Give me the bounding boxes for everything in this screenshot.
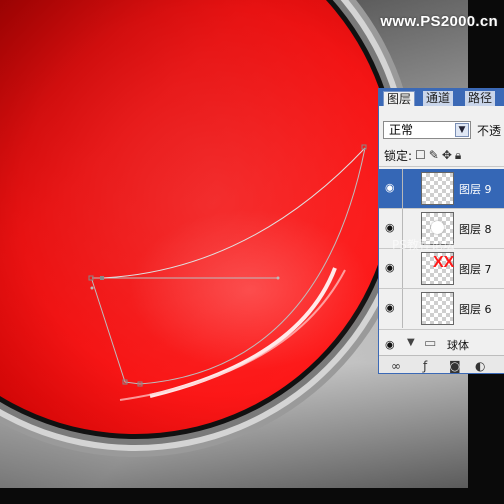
layer-row[interactable]: ◉ 图层 6 (379, 289, 504, 328)
divider (379, 166, 504, 167)
opacity-label: 不透 (477, 124, 502, 138)
visibility-eye-icon[interactable]: ◉ (385, 261, 395, 274)
visibility-eye-icon[interactable]: ◉ (385, 301, 395, 314)
blend-mode-select[interactable]: 正常 ▼ (383, 121, 471, 139)
tab-layers[interactable]: 图层 (383, 91, 416, 106)
blend-mode-value: 正常 (389, 123, 414, 137)
divider (402, 169, 403, 208)
divider (402, 289, 403, 328)
mask-icon[interactable]: ◙ (449, 359, 461, 373)
red-mark-text: XX (433, 254, 455, 271)
panel-bottom-toolbar: ∞ ƒ ◙ ◐ (379, 355, 504, 373)
chevron-down-icon[interactable]: ▼ (455, 123, 469, 137)
layers-panel: 图层 通道 路径 正常 ▼ 不透 锁定: ☐✎✥🔒︎ ◉ 图层 9 ◉ 图层 8… (378, 88, 504, 374)
layer-name: 图层 8 (459, 223, 492, 236)
triangle-collapse-icon[interactable]: ▼ (407, 337, 415, 348)
faint-watermark-text: PS教程论坛 (392, 238, 455, 252)
lock-transparency-icon[interactable]: ☐ (415, 148, 429, 162)
lock-icons: ☐✎✥🔒︎ (415, 148, 464, 163)
divider (402, 249, 403, 288)
layer-row[interactable]: ◉ 图层 9 (379, 169, 504, 208)
folder-icon: ▭ (424, 336, 437, 351)
layer-thumbnail (421, 172, 454, 205)
lock-label: 锁定: (384, 149, 413, 163)
layer-group-row[interactable]: ◉ ▼ ▭ 球体 (379, 335, 504, 355)
tab-paths[interactable]: 路径 (465, 91, 496, 106)
panel-tab-bar: 图层 通道 路径 (379, 89, 504, 106)
site-watermark: www.PS2000.cn (380, 13, 498, 30)
lock-paint-icon[interactable]: ✎ (429, 148, 442, 162)
divider (379, 329, 504, 330)
adjustment-layer-icon[interactable]: ◐ (475, 359, 485, 373)
visibility-eye-icon[interactable]: ◉ (385, 338, 395, 351)
layer-name: 图层 9 (459, 183, 492, 196)
lock-all-icon[interactable]: 🔒︎ (455, 148, 464, 162)
lock-move-icon[interactable]: ✥ (442, 148, 455, 162)
group-name: 球体 (447, 339, 469, 352)
layer-style-icon[interactable]: ƒ (423, 359, 427, 373)
link-icon[interactable]: ∞ (391, 359, 401, 373)
layer-thumbnail (421, 292, 454, 325)
thumbnail-shape (431, 221, 444, 234)
tab-channels[interactable]: 通道 (423, 91, 454, 106)
visibility-eye-icon[interactable]: ◉ (385, 221, 395, 234)
layer-name: 图层 6 (459, 303, 492, 316)
layer-name: 图层 7 (459, 263, 492, 276)
visibility-eye-icon[interactable]: ◉ (385, 181, 395, 194)
